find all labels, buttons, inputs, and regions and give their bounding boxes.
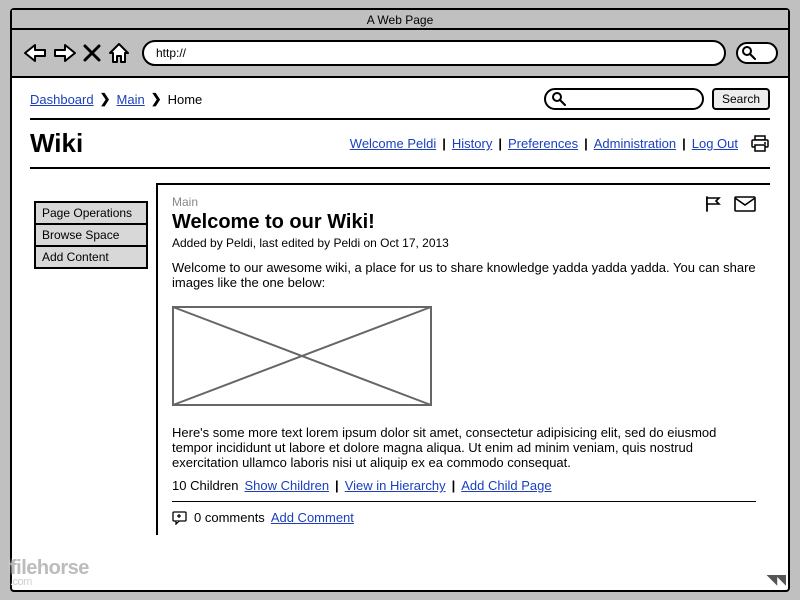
divider bbox=[172, 501, 756, 502]
back-arrow-icon[interactable] bbox=[22, 41, 48, 65]
breadcrumb-link-dashboard[interactable]: Dashboard bbox=[30, 92, 94, 107]
add-comment-link[interactable]: Add Comment bbox=[271, 510, 354, 525]
address-bar-text: http:// bbox=[156, 46, 186, 60]
sidebar-item-page-operations[interactable]: Page Operations bbox=[34, 201, 148, 225]
nav-history[interactable]: History bbox=[452, 136, 492, 151]
search-input[interactable] bbox=[544, 88, 704, 110]
nav-separator: | bbox=[584, 136, 588, 151]
window-title: A Web Page bbox=[12, 10, 788, 30]
page-body: Dashboard ❯ Main ❯ Home Search Wiki Welc… bbox=[12, 78, 788, 535]
panel-breadcrumb: Main bbox=[172, 195, 449, 209]
comments-row: 0 comments Add Comment bbox=[172, 510, 756, 525]
breadcrumb-link-main[interactable]: Main bbox=[117, 92, 145, 107]
browser-toolbar: http:// bbox=[12, 30, 788, 78]
print-icon[interactable] bbox=[750, 135, 770, 153]
nav-administration[interactable]: Administration bbox=[594, 136, 676, 151]
show-children-link[interactable]: Show Children bbox=[245, 478, 330, 493]
page-title: Welcome to our Wiki! bbox=[172, 211, 449, 234]
view-hierarchy-link[interactable]: View in Hierarchy bbox=[345, 478, 446, 493]
home-icon[interactable] bbox=[106, 41, 132, 65]
browser-mock-window: A Web Page http:// Dashboard ❯ Main ❯ Ho… bbox=[10, 8, 790, 592]
magnifier-icon bbox=[742, 46, 756, 60]
nav-separator: | bbox=[498, 136, 502, 151]
magnifier-icon bbox=[552, 92, 566, 106]
search-row: Search bbox=[544, 88, 770, 110]
children-count: 10 Children bbox=[172, 478, 239, 493]
comments-count: 0 comments bbox=[194, 510, 265, 525]
stop-x-icon[interactable] bbox=[82, 43, 102, 63]
main-panel: Main Welcome to our Wiki! Added by Peldi… bbox=[156, 183, 770, 535]
nav-separator: | bbox=[452, 478, 456, 493]
page-meta: Added by Peldi, last edited by Peldi on … bbox=[172, 236, 449, 250]
add-child-page-link[interactable]: Add Child Page bbox=[461, 478, 551, 493]
body-row: Page Operations Browse Space Add Content… bbox=[30, 183, 770, 535]
nav-separator: | bbox=[335, 478, 339, 493]
body-paragraph: Here's some more text lorem ipsum dolor … bbox=[172, 425, 756, 470]
envelope-icon[interactable] bbox=[734, 195, 756, 213]
nav-logout[interactable]: Log Out bbox=[692, 136, 738, 151]
side-nav: Page Operations Browse Space Add Content bbox=[30, 201, 148, 269]
nav-separator: | bbox=[682, 136, 686, 151]
site-title: Wiki bbox=[30, 128, 83, 159]
divider bbox=[30, 118, 770, 120]
intro-paragraph: Welcome to our awesome wiki, a place for… bbox=[172, 260, 756, 290]
nav-welcome[interactable]: Welcome Peldi bbox=[350, 136, 436, 151]
comment-plus-icon bbox=[172, 511, 188, 525]
children-row: 10 Children Show Children | View in Hier… bbox=[172, 478, 756, 493]
watermark: filehorse .com bbox=[10, 557, 89, 588]
chevron-right-icon: ❯ bbox=[100, 91, 111, 107]
divider bbox=[30, 167, 770, 169]
chevron-right-icon: ❯ bbox=[151, 91, 162, 107]
sidebar-item-add-content[interactable]: Add Content bbox=[34, 247, 148, 269]
search-button[interactable]: Search bbox=[712, 88, 770, 110]
image-placeholder bbox=[172, 306, 432, 406]
nav-preferences[interactable]: Preferences bbox=[508, 136, 578, 151]
sidebar-item-browse-space[interactable]: Browse Space bbox=[34, 225, 148, 247]
forward-arrow-icon[interactable] bbox=[52, 41, 78, 65]
top-nav: Welcome Peldi | History | Preferences | … bbox=[350, 135, 770, 153]
resize-grip-icon: ◥◥ bbox=[766, 571, 784, 588]
mini-search[interactable] bbox=[736, 42, 778, 64]
address-bar[interactable]: http:// bbox=[142, 40, 726, 66]
breadcrumb-current: Home bbox=[168, 92, 203, 107]
flag-icon[interactable] bbox=[704, 195, 726, 213]
nav-separator: | bbox=[442, 136, 446, 151]
breadcrumb: Dashboard ❯ Main ❯ Home bbox=[30, 91, 202, 107]
header-row: Wiki Welcome Peldi | History | Preferenc… bbox=[30, 128, 770, 159]
